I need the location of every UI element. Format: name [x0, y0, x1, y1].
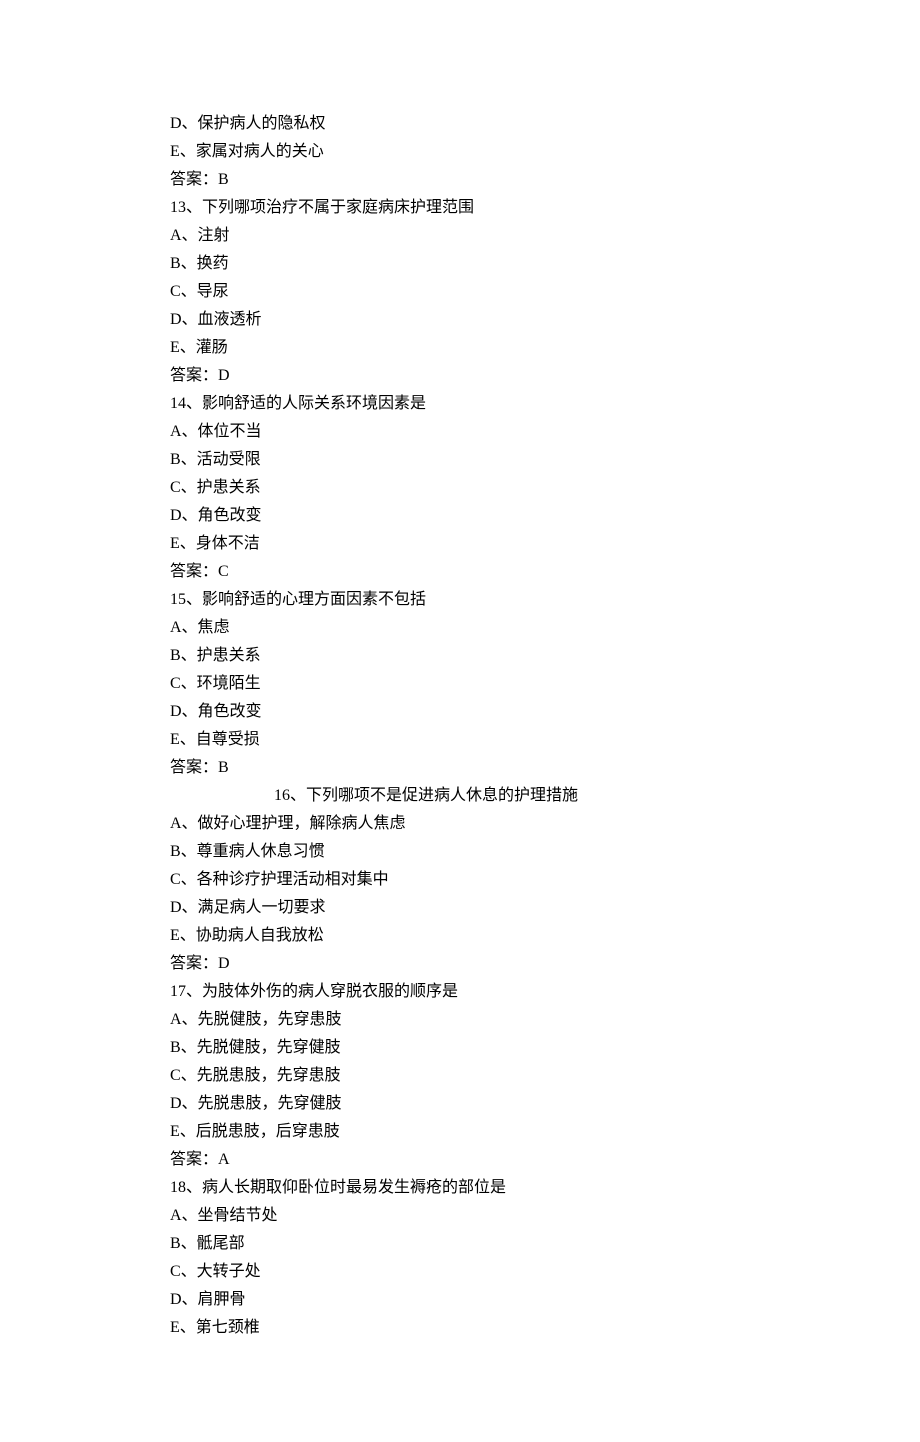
option-text: B、先脱健肢，先穿健肢: [170, 1034, 750, 1062]
option-text: A、先脱健肢，先穿患肢: [170, 1006, 750, 1034]
option-text: D、肩胛骨: [170, 1286, 750, 1314]
option-text: D、满足病人一切要求: [170, 894, 750, 922]
option-text: E、第七颈椎: [170, 1314, 750, 1342]
question-stem: 18、病人长期取仰卧位时最易发生褥疮的部位是: [170, 1174, 750, 1202]
option-text: E、家属对病人的关心: [170, 138, 750, 166]
option-text: D、角色改变: [170, 502, 750, 530]
option-text: E、后脱患肢，后穿患肢: [170, 1118, 750, 1146]
option-text: A、做好心理护理，解除病人焦虑: [170, 810, 750, 838]
option-text: A、注射: [170, 222, 750, 250]
option-text: C、各种诊疗护理活动相对集中: [170, 866, 750, 894]
option-text: A、坐骨结节处: [170, 1202, 750, 1230]
answer-text: 答案：A: [170, 1146, 750, 1174]
question-stem: 15、影响舒适的心理方面因素不包括: [170, 586, 750, 614]
option-text: C、护患关系: [170, 474, 750, 502]
option-text: B、护患关系: [170, 642, 750, 670]
option-text: D、保护病人的隐私权: [170, 110, 750, 138]
question-stem: 17、为肢体外伤的病人穿脱衣服的顺序是: [170, 978, 750, 1006]
option-text: E、灌肠: [170, 334, 750, 362]
option-text: A、体位不当: [170, 418, 750, 446]
answer-text: 答案：C: [170, 558, 750, 586]
option-text: B、骶尾部: [170, 1230, 750, 1258]
option-text: D、角色改变: [170, 698, 750, 726]
option-text: E、身体不洁: [170, 530, 750, 558]
question-stem: 16、下列哪项不是促进病人休息的护理措施: [170, 782, 750, 810]
answer-text: 答案：D: [170, 362, 750, 390]
question-stem: 14、影响舒适的人际关系环境因素是: [170, 390, 750, 418]
option-text: D、血液透析: [170, 306, 750, 334]
answer-text: 答案：B: [170, 166, 750, 194]
option-text: C、大转子处: [170, 1258, 750, 1286]
option-text: B、换药: [170, 250, 750, 278]
option-text: A、焦虑: [170, 614, 750, 642]
question-stem: 13、下列哪项治疗不属于家庭病床护理范围: [170, 194, 750, 222]
option-text: B、活动受限: [170, 446, 750, 474]
option-text: E、协助病人自我放松: [170, 922, 750, 950]
option-text: C、环境陌生: [170, 670, 750, 698]
answer-text: 答案：B: [170, 754, 750, 782]
option-text: E、自尊受损: [170, 726, 750, 754]
option-text: C、先脱患肢，先穿患肢: [170, 1062, 750, 1090]
option-text: C、导尿: [170, 278, 750, 306]
option-text: D、先脱患肢，先穿健肢: [170, 1090, 750, 1118]
answer-text: 答案：D: [170, 950, 750, 978]
option-text: B、尊重病人休息习惯: [170, 838, 750, 866]
